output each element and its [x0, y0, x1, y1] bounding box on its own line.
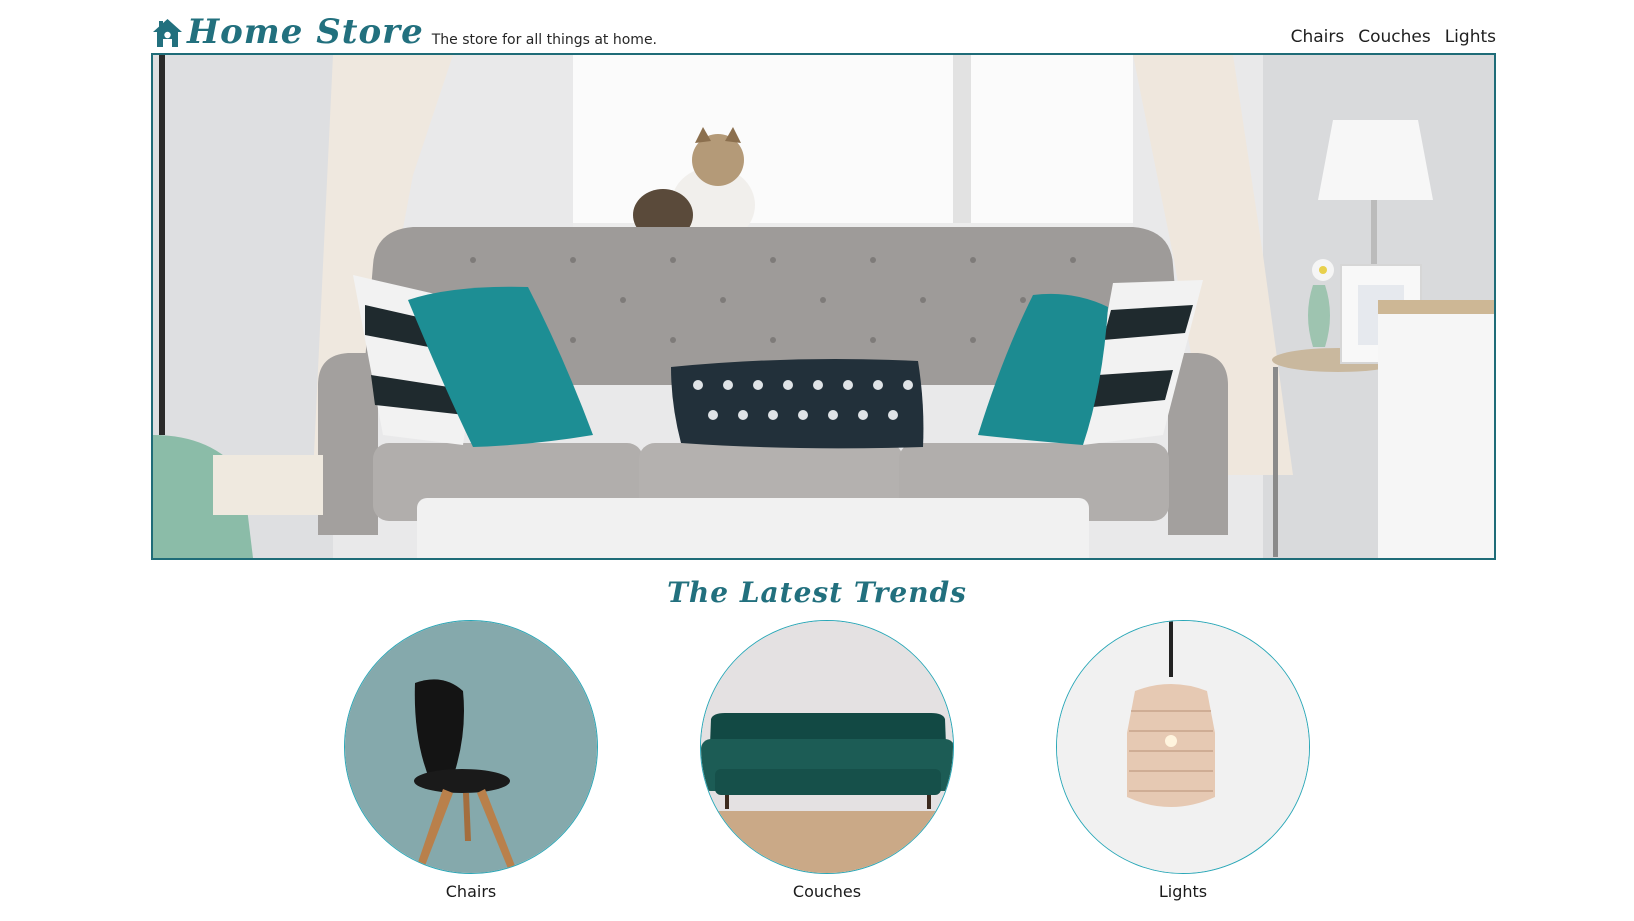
- nav-link-chairs[interactable]: Chairs: [1291, 25, 1345, 49]
- trend-image-chairs[interactable]: [344, 620, 598, 874]
- house-icon: [153, 19, 182, 47]
- main-nav: Chairs Couches Lights: [1291, 25, 1496, 49]
- trend-label-couches: Couches: [792, 882, 862, 901]
- nav-link-lights[interactable]: Lights: [1445, 25, 1496, 49]
- brand[interactable]: Home Store The store for all things at h…: [151, 8, 657, 52]
- trend-label-chairs: Chairs: [445, 882, 497, 901]
- site-header: Home Store The store for all things at h…: [151, 8, 1496, 52]
- trend-card-couches[interactable]: Couches: [700, 620, 954, 902]
- trend-card-lights[interactable]: Lights: [1056, 620, 1310, 902]
- tagline: The store for all things at home.: [431, 32, 658, 48]
- hero-banner: [151, 53, 1496, 560]
- brand-name: Home Store: [187, 12, 424, 52]
- section-title: The Latest Trends: [667, 576, 967, 609]
- hero-image: [153, 55, 1494, 558]
- trend-card-chairs[interactable]: Chairs: [344, 620, 598, 902]
- trend-image-lights[interactable]: [1056, 620, 1310, 874]
- trends-section: Chairs Couches Lights: [0, 620, 1634, 920]
- nav-link-couches[interactable]: Couches: [1358, 25, 1430, 49]
- trend-image-couches[interactable]: [700, 620, 954, 874]
- trend-label-lights: Lights: [1158, 882, 1208, 901]
